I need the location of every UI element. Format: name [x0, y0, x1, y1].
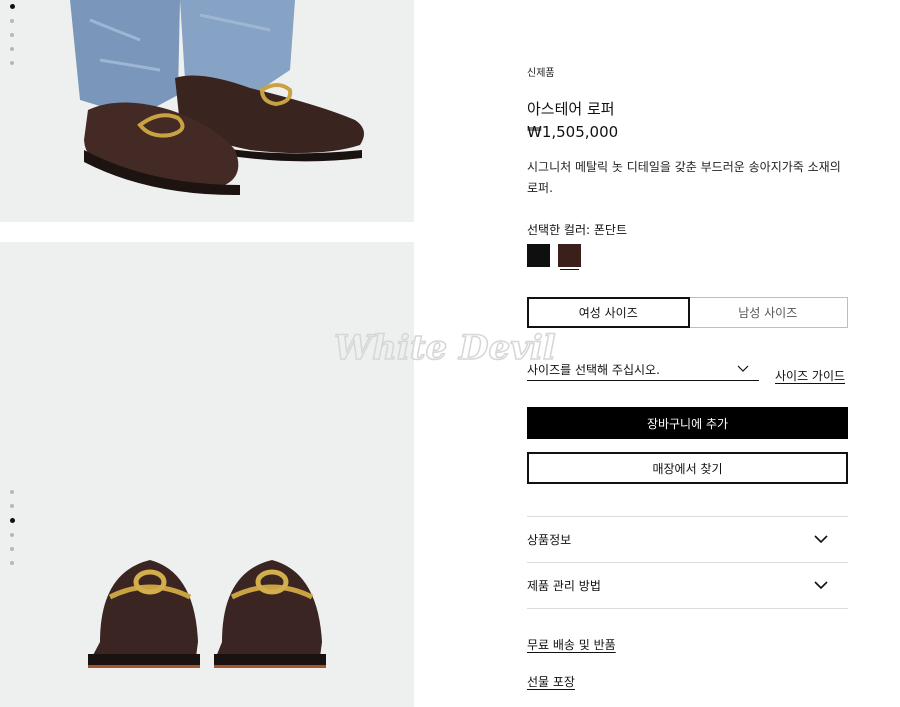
- pagination-dot[interactable]: [10, 33, 14, 37]
- image-pagination-top: [9, 4, 15, 65]
- product-title: 아스테어 로퍼: [527, 100, 615, 118]
- product-image-front[interactable]: [0, 242, 414, 707]
- product-price: ₩1,505,000: [527, 123, 619, 141]
- add-to-cart-button[interactable]: 장바구니에 추가: [527, 407, 848, 439]
- size-gender-toggle: 여성 사이즈 남성 사이즈: [527, 297, 848, 328]
- new-product-tag: 신제품: [527, 68, 555, 79]
- pagination-dot[interactable]: [10, 561, 14, 565]
- size-select-dropdown[interactable]: 사이즈를 선택해 주십시오.: [527, 358, 759, 381]
- gift-wrap-link[interactable]: 선물 포장: [527, 673, 575, 690]
- pagination-dot[interactable]: [10, 504, 14, 508]
- product-description: 시그니처 메탈릭 놋 디테일을 갖춘 부드러운 송아지가죽 소재의 로퍼.: [527, 160, 841, 195]
- loafer-front-illustration: [88, 560, 326, 668]
- size-guide-link[interactable]: 사이즈 가이드: [775, 367, 845, 384]
- pagination-dot[interactable]: [10, 547, 14, 551]
- accordion-care-instructions[interactable]: 제품 관리 방법: [527, 563, 848, 609]
- accordion-label: 제품 관리 방법: [527, 579, 601, 593]
- tab-mens-size[interactable]: 남성 사이즈: [689, 298, 848, 327]
- tab-womens-size[interactable]: 여성 사이즈: [527, 297, 690, 328]
- chevron-down-icon: [737, 365, 749, 372]
- find-in-store-button[interactable]: 매장에서 찾기: [527, 452, 848, 484]
- pagination-dot[interactable]: [10, 19, 14, 23]
- accordion-label: 상품정보: [527, 533, 572, 547]
- pagination-dot[interactable]: [10, 533, 14, 537]
- pagination-dot[interactable]: [10, 61, 14, 65]
- loafer-worn-illustration: [70, 0, 364, 196]
- selected-color-label: 선택한 컬러: 폰단트: [527, 223, 627, 237]
- chevron-down-icon: [814, 535, 828, 544]
- color-swatch-black[interactable]: [527, 244, 550, 267]
- color-swatch-fondant[interactable]: [558, 244, 581, 267]
- product-image-worn[interactable]: [0, 0, 414, 222]
- color-swatches: [527, 244, 581, 267]
- pagination-dot[interactable]: [10, 490, 14, 494]
- pagination-dot[interactable]: [9, 518, 15, 523]
- free-shipping-returns-link[interactable]: 무료 배송 및 반품: [527, 636, 616, 653]
- product-accordion: 상품정보 제품 관리 방법: [527, 516, 848, 609]
- pagination-dot[interactable]: [10, 47, 14, 51]
- size-select-value: 사이즈를 선택해 주십시오.: [527, 362, 660, 377]
- pagination-dot[interactable]: [9, 4, 15, 9]
- chevron-down-icon: [814, 581, 828, 590]
- accordion-product-info[interactable]: 상품정보: [527, 517, 848, 563]
- image-pagination-bottom: [9, 490, 15, 565]
